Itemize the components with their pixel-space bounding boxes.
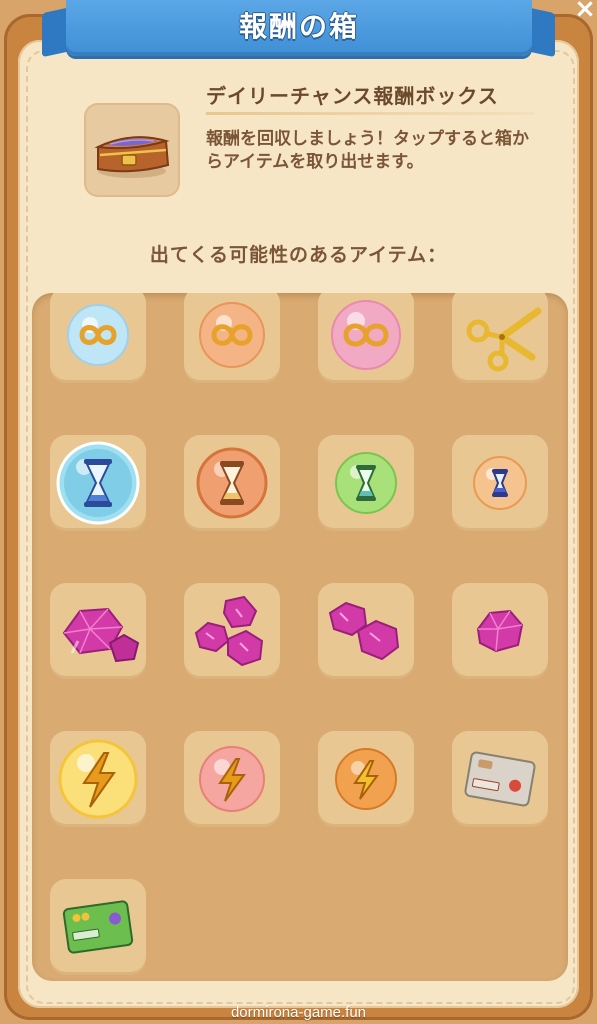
- golden-scissors-icon: [466, 307, 542, 372]
- secret-card-grey-icon: [464, 751, 536, 807]
- infinity-bubble-pink-icon: [331, 300, 401, 370]
- box-icon-tile: [84, 103, 180, 197]
- item-tile[interactable]: [452, 435, 548, 531]
- item-tile[interactable]: [318, 731, 414, 827]
- item-tile[interactable]: [184, 583, 280, 679]
- close-button[interactable]: ×: [572, 0, 597, 22]
- item-tile[interactable]: [184, 435, 280, 531]
- energy-bubble-pink-icon: [199, 746, 265, 812]
- item-tile[interactable]: [318, 293, 414, 383]
- item-tile[interactable]: [318, 435, 414, 531]
- gems-two-icon: [328, 601, 400, 661]
- box-name: デイリーチャンス報酬ボックス: [206, 84, 499, 108]
- item-tile[interactable]: [50, 583, 146, 679]
- item-tile[interactable]: [452, 293, 548, 383]
- box-description: 報酬を回収しましょう！タップすると箱からアイテムを取り出せます。: [206, 129, 529, 172]
- hourglass-bubble-green-icon: [335, 452, 397, 514]
- watermark: dormirona-game.fun: [230, 1004, 367, 1021]
- item-tile[interactable]: [452, 731, 548, 827]
- gems-large-pile-icon: [62, 607, 140, 663]
- item-tile[interactable]: [318, 583, 414, 679]
- item-tile[interactable]: [184, 293, 280, 383]
- item-tile[interactable]: [184, 731, 280, 827]
- secret-card-green-icon: [62, 900, 134, 954]
- hourglass-bubble-blue-icon: [56, 441, 140, 525]
- item-tile[interactable]: [50, 879, 146, 975]
- energy-bubble-yellow-icon: [58, 739, 138, 819]
- hourglass-bubble-orange-small-icon: [473, 456, 527, 510]
- dialog-title: 報酬の箱: [238, 10, 359, 43]
- item-tile[interactable]: [50, 293, 146, 383]
- item-tile[interactable]: [50, 435, 146, 531]
- energy-bubble-orange-icon: [335, 748, 397, 810]
- treasure-chest-icon: [94, 136, 170, 178]
- infinity-bubble-orange-icon: [199, 302, 265, 368]
- item-tile[interactable]: [452, 583, 548, 679]
- hourglass-bubble-orange-icon: [196, 447, 268, 519]
- infinity-bubble-blue-icon: [67, 304, 129, 366]
- title-underline: [206, 112, 534, 115]
- item-tile[interactable]: [50, 731, 146, 827]
- items-grid: [32, 293, 568, 981]
- gem-single-icon: [476, 609, 524, 653]
- items-heading: 出てくる可能性のあるアイテム：: [149, 244, 448, 266]
- gems-three-icon: [194, 595, 264, 667]
